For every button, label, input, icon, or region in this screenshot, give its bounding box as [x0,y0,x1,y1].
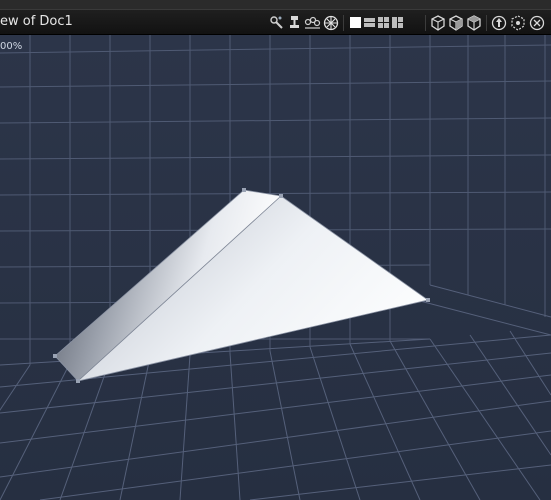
tools-icon[interactable] [268,14,285,31]
toolbar-separator [425,15,426,31]
scene-canvas[interactable] [0,35,551,500]
viewport-title: ew of Doc1 [0,14,73,29]
zoom-readout: 00% [0,41,23,52]
rotate-icon[interactable] [509,14,526,31]
toolbar-separator [343,15,344,31]
view-top-icon[interactable] [465,14,482,31]
toolbar-separator [486,15,487,31]
view-side-icon[interactable] [447,14,464,31]
3d-viewport[interactable]: 00% [0,35,551,500]
view-front-icon[interactable] [429,14,446,31]
top-strip [0,0,551,9]
move-icon[interactable] [490,14,507,31]
scale-icon[interactable] [528,14,545,31]
camera-group-icon[interactable] [304,14,321,31]
light-icon[interactable] [286,14,303,31]
layout-split-icon[interactable] [389,14,406,31]
orbit-icon[interactable] [322,14,339,31]
viewport-titlebar: ew of Doc1 [0,9,551,35]
